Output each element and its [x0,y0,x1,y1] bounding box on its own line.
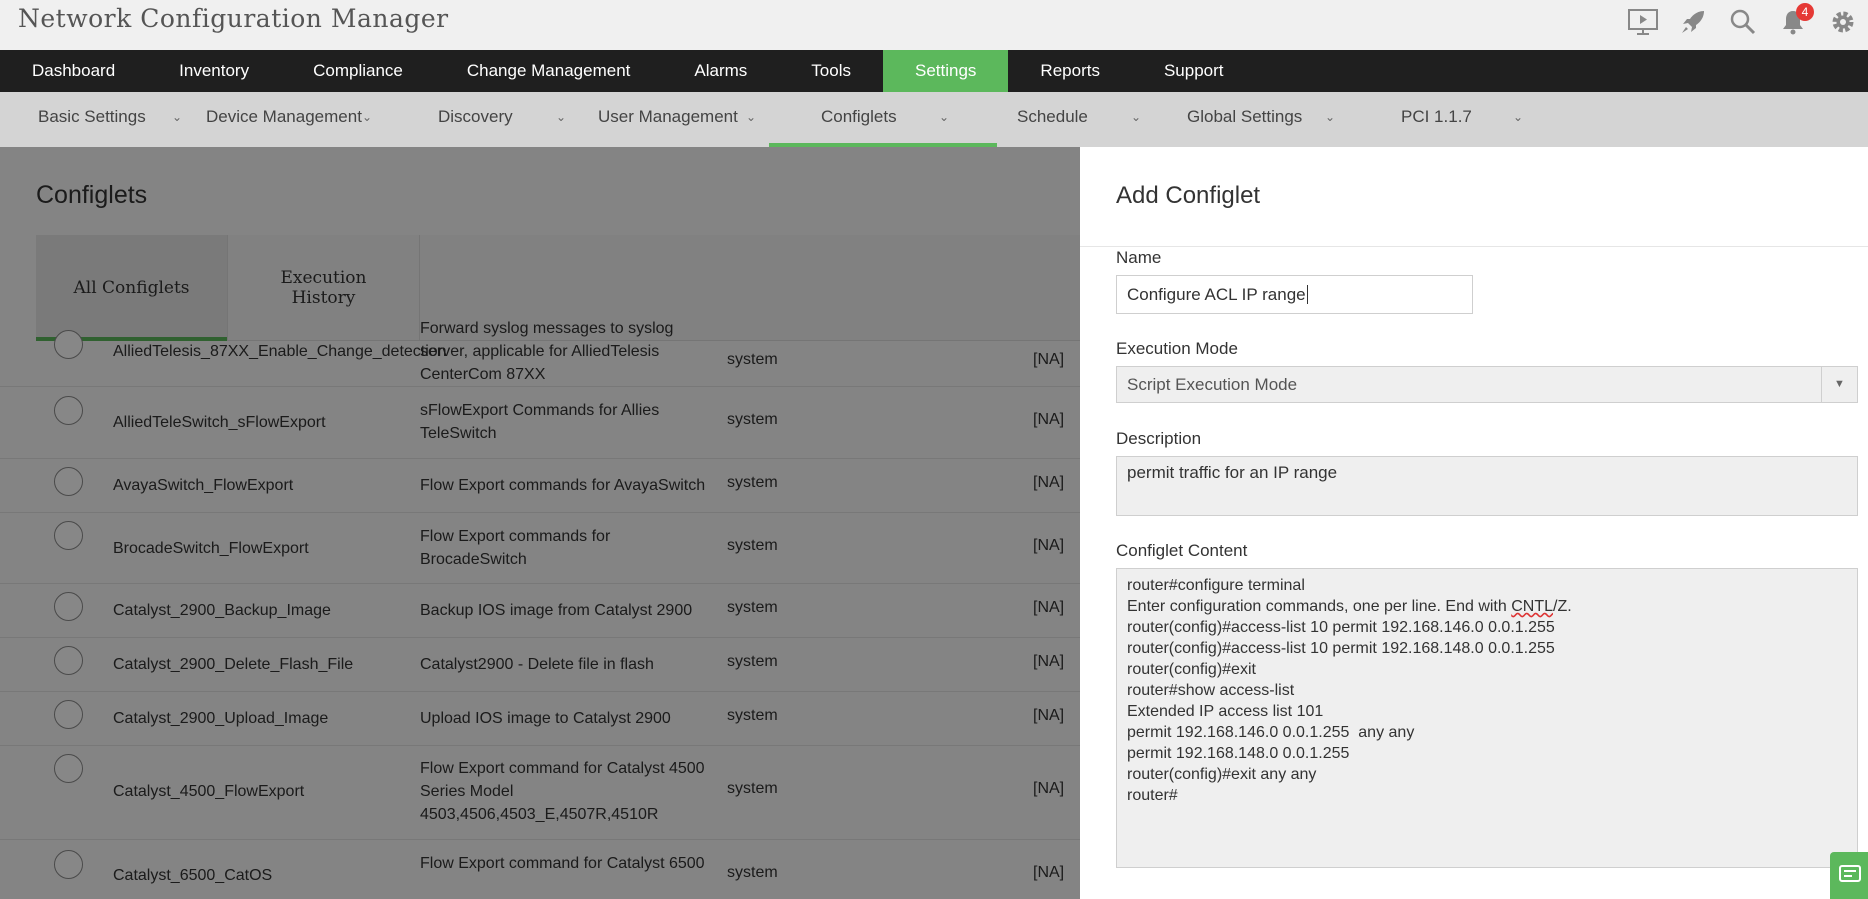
subnav-label: Global Settings [1187,107,1303,126]
configlet-content-textarea[interactable]: router#configure terminal Enter configura… [1116,568,1858,868]
subnav-label: Discovery [438,107,513,126]
subnav-configlets[interactable]: Configlets ⌄ [769,92,996,147]
content-line: Enter configuration commands, one per li… [1127,598,1572,615]
main-nav: Dashboard Inventory Compliance Change Ma… [0,50,1868,92]
nav-alarms[interactable]: Alarms [662,50,779,92]
configlet-content-label: Configlet Content [1116,541,1248,560]
subnav-label: PCI 1.1.7 [1401,107,1472,126]
chevron-down-icon: ⌄ [1513,110,1524,124]
chevron-down-icon: ⌄ [556,110,567,124]
description-textarea[interactable]: permit traffic for an IP range [1116,456,1858,516]
content-line: permit 192.168.148.0 0.0.1.255 [1127,745,1350,762]
subnav-label: Basic Settings [38,107,146,126]
description-value: permit traffic for an IP range [1127,463,1338,482]
panel-title: Add Configlet [1116,182,1261,209]
content-line: router# [1127,787,1178,804]
modal-overlay[interactable] [0,147,1080,899]
content-line: permit 192.168.146.0 0.0.1.255 any any [1127,724,1415,741]
chevron-down-icon: ⌄ [172,110,183,124]
nav-change-management[interactable]: Change Management [435,50,663,92]
content-line: router#configure terminal [1127,577,1305,594]
chevron-down-icon: ⌄ [1325,110,1336,124]
content-line: router(config)#exit any any [1127,766,1317,783]
content-line: router(config)#access-list 10 permit 192… [1127,619,1555,636]
nav-inventory[interactable]: Inventory [147,50,281,92]
notification-badge: 4 [1796,3,1814,21]
configuration-backup-label: Configuration Backup [1116,891,1279,899]
subnav-schedule[interactable]: Schedule ⌄ [1017,92,1141,147]
content-line: Extended IP access list 101 [1127,703,1324,720]
nav-compliance[interactable]: Compliance [281,50,435,92]
subnav-label: Device Management [206,107,362,126]
nav-support[interactable]: Support [1132,50,1256,92]
execution-mode-label: Execution Mode [1116,339,1238,358]
name-input[interactable]: Configure ACL IP range [1116,275,1473,314]
nav-settings[interactable]: Settings [882,50,1009,92]
nav-reports[interactable]: Reports [1008,50,1132,92]
nav-tools[interactable]: Tools [779,50,883,92]
chevron-down-icon: ⌄ [939,110,950,124]
subnav-label: Configlets [821,107,897,126]
bell-icon[interactable]: 4 [1778,3,1814,37]
content-line: router(config)#exit [1127,661,1256,678]
execution-mode-select[interactable]: Script Execution Mode ▼ [1116,366,1858,403]
execution-mode-value: Script Execution Mode [1127,375,1298,394]
sub-nav: Basic Settings ⌄ Device Management ⌄ Dis… [0,92,1868,147]
subnav-label: User Management [598,107,738,126]
subnav-device-management[interactable]: Device Management ⌄ [206,92,372,147]
search-icon[interactable] [1728,7,1758,37]
app-title: Network Configuration Manager [18,4,449,33]
panel-header: Add Configlet [1080,147,1868,247]
content-line: router#show access-list [1127,682,1295,699]
subnav-label: Schedule [1017,107,1088,126]
subnav-user-management[interactable]: User Management ⌄ [598,92,756,147]
name-label: Name [1116,248,1162,267]
name-input-value: Configure ACL IP range [1127,285,1306,304]
description-label: Description [1116,429,1202,448]
dropdown-arrow-icon: ▼ [1821,367,1857,402]
chat-button[interactable] [1830,852,1868,899]
add-configlet-panel: Add Configlet Name Configure ACL IP rang… [1080,147,1868,899]
nav-dashboard[interactable]: Dashboard [0,50,147,92]
rocket-icon[interactable] [1678,7,1708,37]
chevron-down-icon: ⌄ [746,110,757,124]
title-bar: Network Configuration Manager 4 [0,0,1868,50]
subnav-global-settings[interactable]: Global Settings ⌄ [1187,92,1335,147]
subnav-basic-settings[interactable]: Basic Settings ⌄ [38,92,182,147]
chevron-down-icon: ⌄ [362,110,373,124]
subnav-pci[interactable]: PCI 1.1.7 ⌄ [1401,92,1523,147]
presentation-icon[interactable] [1628,7,1658,37]
top-icons: 4 [1628,2,1858,42]
gear-icon[interactable] [1828,7,1858,37]
subnav-discovery[interactable]: Discovery ⌄ [438,92,566,147]
chevron-down-icon: ⌄ [1131,110,1142,124]
content-line: router(config)#access-list 10 permit 192… [1127,640,1555,657]
